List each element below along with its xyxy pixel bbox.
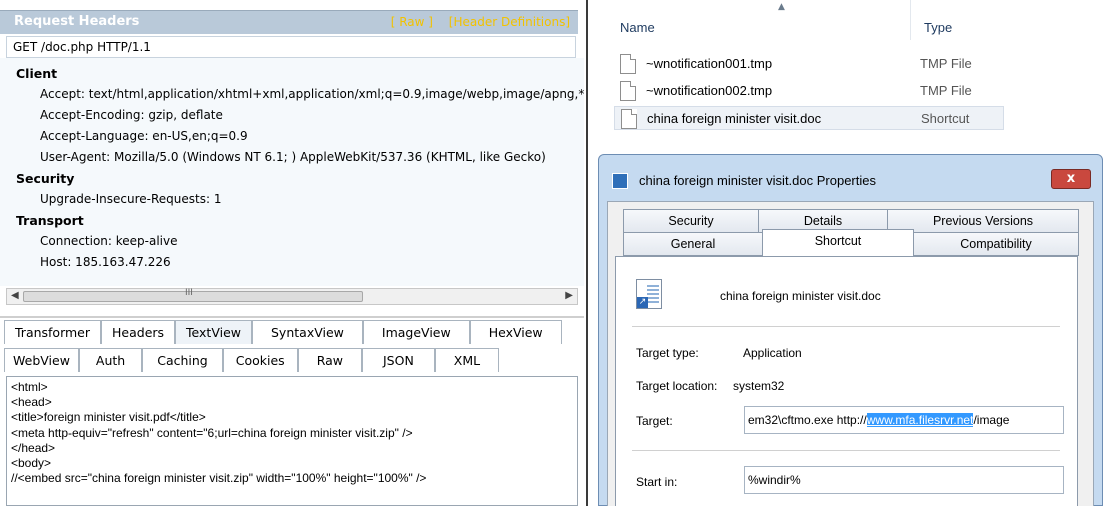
tab-security[interactable]: Security xyxy=(623,209,759,233)
text-view-content[interactable]: <html> <head> <title>foreign minister visi… xyxy=(6,376,578,506)
target-url-selection: www.mfa.filesrvr.net xyxy=(866,413,974,427)
tab-compatibility[interactable]: Compatibility xyxy=(913,232,1079,256)
shortcut-panel: ↗ china foreign minister visit.doc Targe… xyxy=(615,256,1078,506)
tab-syntaxview[interactable]: SyntaxView xyxy=(252,320,363,344)
headers-tree: Client Accept: text/html,application/xht… xyxy=(0,58,584,286)
tab-json[interactable]: JSON xyxy=(361,348,435,372)
image-divider xyxy=(586,0,598,506)
file-icon xyxy=(620,54,636,74)
separator xyxy=(632,450,1060,451)
raw-link[interactable]: [ Raw ] xyxy=(391,15,433,29)
file-icon xyxy=(620,81,636,101)
sort-ascending-icon: ▲ xyxy=(778,2,785,12)
fiddler-inspector: Request Headers [ Raw ] [Header Definiti… xyxy=(0,0,586,506)
group-security[interactable]: Security xyxy=(16,171,74,186)
inspector-tabs-row2: WebView Auth Caching Cookies Raw JSON XM… xyxy=(4,348,580,372)
shortcut-document-icon: ↗ xyxy=(636,279,662,309)
request-line: GET /doc.php HTTP/1.1 xyxy=(6,36,576,58)
html-line: <html> xyxy=(11,380,48,394)
shortcut-arrow-icon: ↗ xyxy=(637,297,648,308)
html-line: <title>foreign minister visit.pdf</title… xyxy=(11,410,206,425)
tab-transformer[interactable]: Transformer xyxy=(4,320,102,344)
header-accept[interactable]: Accept: text/html,application/xhtml+xml,… xyxy=(40,87,584,101)
tab-headers[interactable]: Headers xyxy=(101,320,176,344)
scroll-right-icon[interactable]: ▶ xyxy=(565,290,573,301)
target-location-label: Target location: xyxy=(636,379,718,393)
shortcut-file-name[interactable]: china foreign minister visit.doc xyxy=(720,289,881,303)
request-headers-bar: Request Headers [ Raw ] [Header Definiti… xyxy=(0,10,578,34)
html-line: <meta http-equiv="refresh" content="6;ur… xyxy=(11,425,413,440)
scroll-grip: III xyxy=(185,288,193,298)
shortcut-file-icon xyxy=(621,109,637,129)
horizontal-scrollbar[interactable]: ◀ III ▶ xyxy=(6,288,578,305)
group-client[interactable]: Client xyxy=(16,66,57,81)
file-row[interactable]: ~wnotification001.tmp TMP File xyxy=(614,52,1004,76)
dialog-title: china foreign minister visit.doc Propert… xyxy=(639,173,876,188)
header-upgrade-insecure[interactable]: Upgrade-Insecure-Requests: 1 xyxy=(40,192,222,206)
inspector-tabs-row1: Transformer Headers TextView SyntaxView … xyxy=(4,320,580,344)
document-icon xyxy=(612,173,628,189)
target-location-value: system32 xyxy=(733,379,785,393)
header-host[interactable]: Host: 185.163.47.226 xyxy=(40,255,171,269)
tab-raw[interactable]: Raw xyxy=(297,348,362,372)
tab-cookies[interactable]: Cookies xyxy=(222,348,298,372)
explorer-window: ▲ Name Type ~wnotification001.tmp TMP Fi… xyxy=(598,0,1117,506)
header-connection[interactable]: Connection: keep-alive xyxy=(40,234,178,248)
html-line: //<embed src="china foreign minister vis… xyxy=(11,471,427,486)
file-row[interactable]: ~wnotification002.tmp TMP File xyxy=(614,79,1004,103)
tab-hexview[interactable]: HexView xyxy=(469,320,562,344)
tab-general[interactable]: General xyxy=(623,232,763,256)
file-name: ~wnotification002.tmp xyxy=(646,83,773,98)
file-name: china foreign minister visit.doc xyxy=(647,111,822,126)
separator xyxy=(632,326,1060,327)
tab-caching[interactable]: Caching xyxy=(142,348,223,372)
scroll-thumb[interactable] xyxy=(23,291,363,302)
html-line: </head> xyxy=(11,440,56,455)
target-type-label: Target type: xyxy=(636,346,699,360)
splitter[interactable] xyxy=(0,316,584,318)
file-type: TMP File xyxy=(920,83,972,98)
target-label: Target: xyxy=(636,414,673,428)
column-header-type[interactable]: Type xyxy=(924,20,952,35)
start-in-label: Start in: xyxy=(636,475,678,489)
target-type-value: Application xyxy=(743,346,802,360)
close-button[interactable]: x xyxy=(1051,169,1091,189)
header-definitions-link[interactable]: [Header Definitions] xyxy=(449,15,570,29)
tab-imageview[interactable]: ImageView xyxy=(362,320,470,344)
tab-webview[interactable]: WebView xyxy=(4,348,79,372)
tab-shortcut[interactable]: Shortcut xyxy=(762,229,914,256)
file-type: TMP File xyxy=(920,56,972,71)
tab-previous-versions[interactable]: Previous Versions xyxy=(887,209,1079,233)
header-accept-language[interactable]: Accept-Language: en-US,en;q=0.9 xyxy=(40,129,248,143)
column-header-name[interactable]: Name xyxy=(620,20,655,35)
start-in-field[interactable]: %windir% xyxy=(744,466,1064,494)
file-name: ~wnotification001.tmp xyxy=(646,56,773,71)
tab-auth[interactable]: Auth xyxy=(78,348,143,372)
tab-xml[interactable]: XML xyxy=(434,348,500,372)
tab-textview[interactable]: TextView xyxy=(175,320,252,344)
header-user-agent[interactable]: User-Agent: Mozilla/5.0 (Windows NT 6.1;… xyxy=(40,150,546,164)
html-line: <head> xyxy=(11,395,52,410)
target-field[interactable]: em32\cftmo.exe http://www.mfa.filesrvr.n… xyxy=(744,406,1064,434)
request-headers-title: Request Headers xyxy=(14,14,140,29)
properties-dialog: china foreign minister visit.doc Propert… xyxy=(598,154,1103,506)
group-transport[interactable]: Transport xyxy=(16,213,84,228)
column-separator[interactable] xyxy=(910,0,911,40)
file-type: Shortcut xyxy=(921,111,970,126)
header-accept-encoding[interactable]: Accept-Encoding: gzip, deflate xyxy=(40,108,223,122)
file-row-selected[interactable]: china foreign minister visit.doc Shortcu… xyxy=(614,106,1004,130)
html-line: <body> xyxy=(11,456,52,471)
scroll-left-icon[interactable]: ◀ xyxy=(11,290,19,301)
